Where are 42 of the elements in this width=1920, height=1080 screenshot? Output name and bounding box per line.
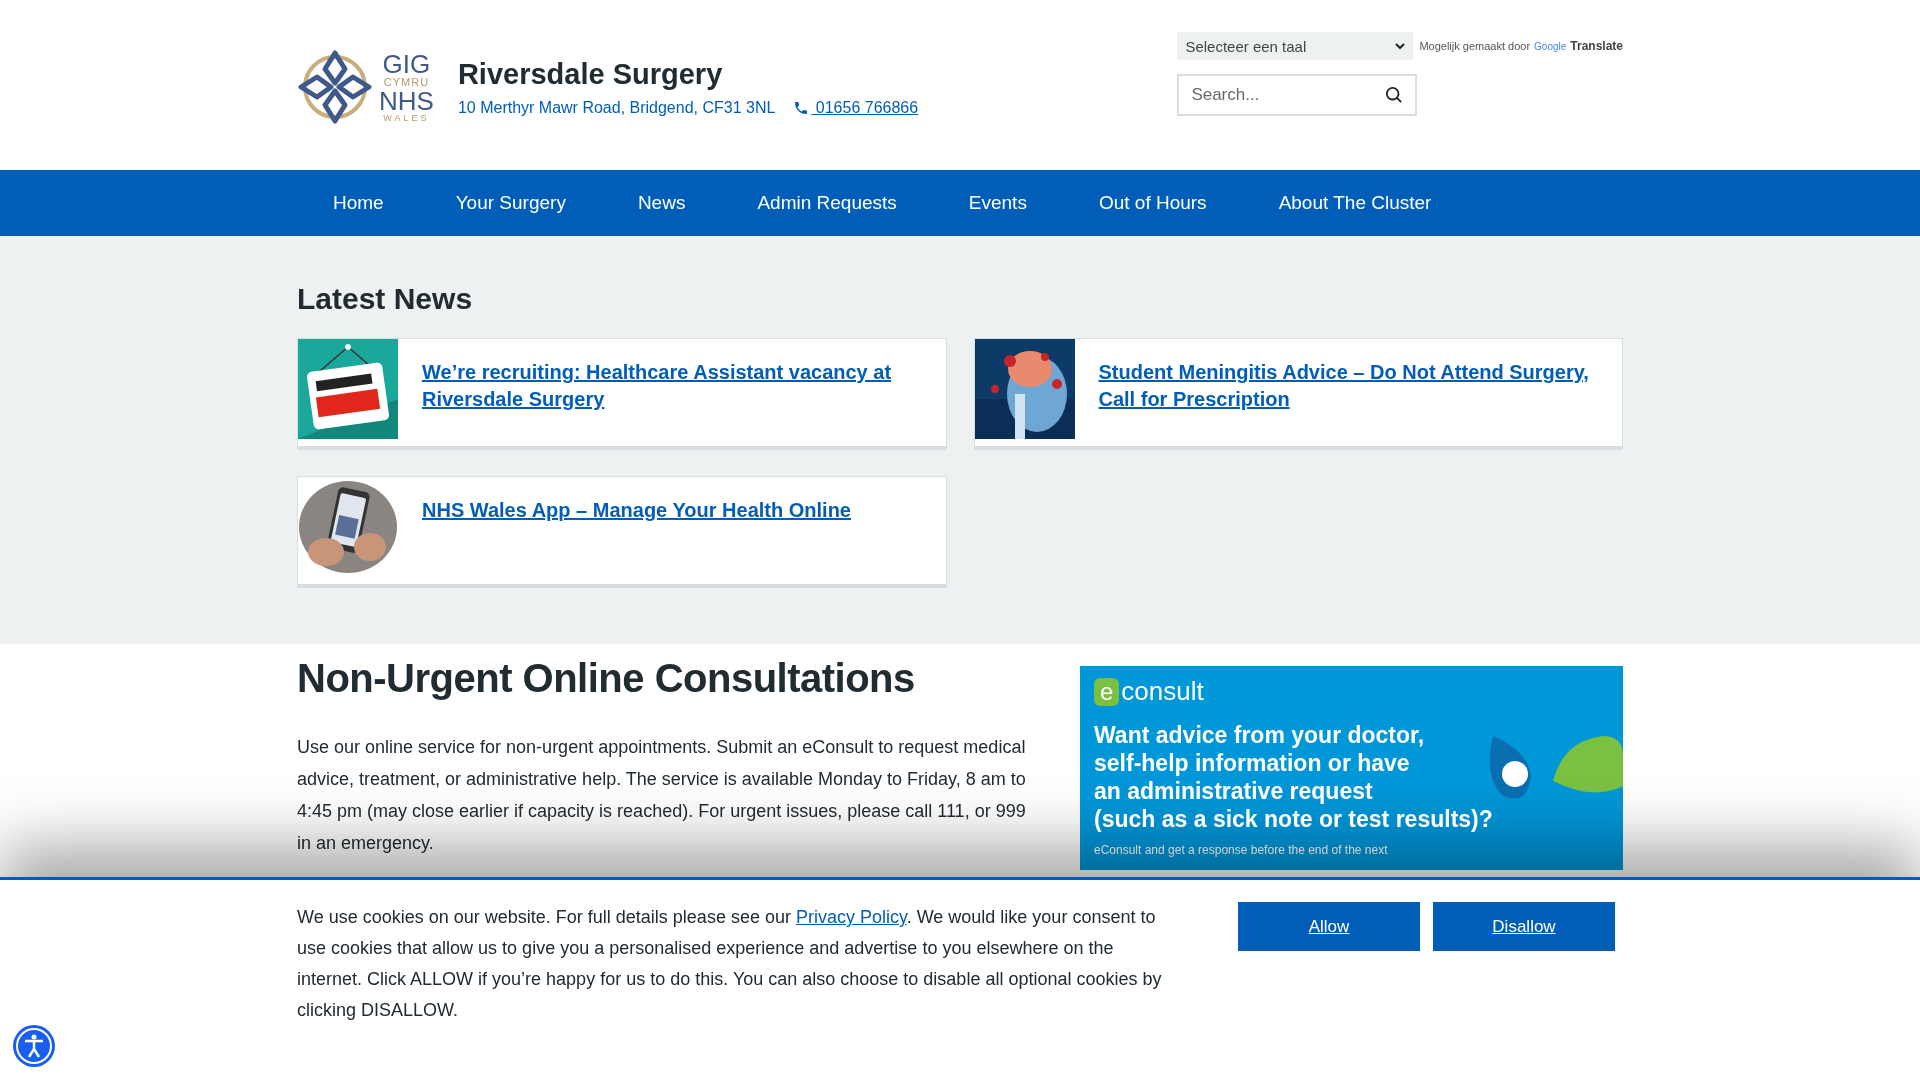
nav-link[interactable]: Out of Hours [1062, 192, 1243, 214]
nav-link[interactable]: About The Cluster [1242, 192, 1468, 214]
banner-headline: an administrative request [1094, 777, 1374, 805]
address: 10 Merthyr Mawr Road, Bridgend, CF31 3NL [457, 98, 776, 117]
nav-link[interactable]: Admin Requests [721, 192, 933, 214]
banner-text: eConsult and get a response before the end of the next [1094, 843, 1389, 857]
nav-link[interactable]: Your Surgery [419, 192, 602, 214]
logo-text: NHS [379, 88, 434, 114]
phone-link[interactable]: 01656 766866 [811, 98, 919, 117]
banner-headline: self-help information or have [1094, 749, 1411, 777]
logo-text: WALES [383, 114, 430, 123]
google-logo: Google [1534, 40, 1567, 52]
phone-icon [793, 99, 810, 116]
news-link[interactable]: We’re recruiting: Healthcare Assistant vacancy at Riversdale Surgery [422, 339, 946, 446]
nav-link[interactable]: Home [297, 192, 420, 214]
news-link[interactable]: Student Meningitis Advice – Do Not Attend Surgery, Call for Prescription [1098, 339, 1622, 446]
nav-link[interactable]: Events [932, 192, 1063, 214]
section-title: Latest News [297, 282, 474, 316]
caret-icon [1395, 42, 1406, 50]
cookie-button[interactable]: Disallow [1433, 902, 1615, 951]
news-link[interactable]: NHS Wales App – Manage Your Health Online [422, 477, 871, 584]
body-text: Use our online service for non-urgent appointments. Submit an eConsult to request medical advice, treatment, or administrative help. The service is available Monday to Friday, 8 am to 4:45 pm (may close earlier if capacity is reached). For urgent issues, please call 111, or 999 in an emergency. [297, 736, 1027, 855]
cookie-text: We use cookies on our website. For full details please see our Privacy Policy. We would like your consent to use cookies that allow us to give you a personalised experience and advertise to you elsewhere on the internet. Click ALLOW if you’re happy for us to do this. You can also choose to disable all optional cookies by clicking DISALLOW. [297, 906, 1163, 1022]
site-title: Riversdale Surgery [457, 57, 724, 91]
translate-link[interactable]: Translate [1570, 39, 1623, 53]
celtic-knot-icon [297, 49, 373, 125]
cookie-button[interactable]: Allow [1238, 902, 1420, 951]
powered-by-text: Mogelijk gemaakt door [1419, 40, 1531, 52]
privacy-policy-link[interactable]: Privacy Policy [795, 907, 907, 927]
section-title: Non-Urgent Online Consultations [297, 656, 916, 701]
nav-link[interactable]: News [601, 192, 722, 214]
logo-mark: e [1094, 677, 1120, 706]
logo-text: GIG [382, 51, 431, 77]
banner-headline: Want advice from your doctor, [1094, 721, 1426, 749]
logo-text: CYMRU [383, 77, 430, 88]
search-field[interactable]: Search... [1177, 74, 1418, 116]
logo-text: consult [1121, 676, 1204, 707]
econsult-banner[interactable]: e consult Want advice from your doctor, self-help information or have an administrative request (such as a sick note or test results)? eConsult and get a response before the end of the next [1080, 666, 1623, 870]
language-select[interactable]: Selecteer een taal [1177, 32, 1414, 60]
search-icon [1385, 86, 1404, 104]
accessibility-icon[interactable] [12, 1024, 56, 1068]
banner-headline: (such as a sick note or test results)? [1094, 805, 1494, 833]
